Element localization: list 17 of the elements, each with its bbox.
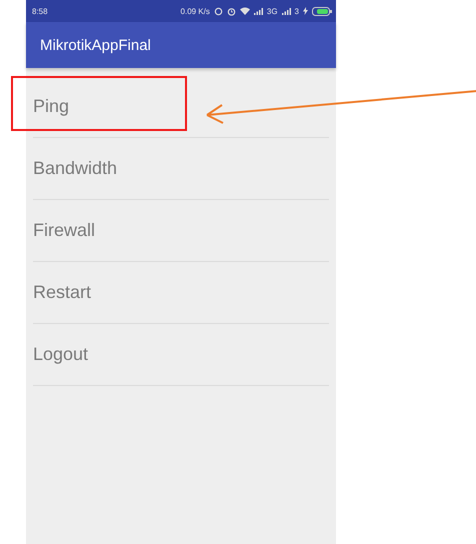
speed-text: 0.09 K/s	[180, 6, 210, 16]
battery-icon	[312, 6, 332, 16]
menu-item[interactable]: Restart	[33, 282, 92, 303]
signal-icon	[254, 8, 263, 14]
wifi-icon	[240, 7, 250, 15]
menu-item[interactable]: Firewall	[33, 220, 96, 241]
charging-icon	[303, 7, 308, 15]
sync-icon	[214, 6, 223, 16]
app-title: MikrotikAppFinal	[40, 36, 151, 54]
clock-text: 8:58	[32, 6, 48, 16]
menu-item[interactable]: Ping	[33, 96, 70, 117]
menu-item[interactable]: Bandwidth	[33, 158, 118, 179]
menu-item[interactable]: Logout	[33, 344, 88, 365]
signal-icon	[282, 8, 291, 14]
network-text: 3G	[266, 6, 278, 16]
alarm-icon	[226, 6, 236, 16]
network-text: 3	[294, 6, 299, 16]
